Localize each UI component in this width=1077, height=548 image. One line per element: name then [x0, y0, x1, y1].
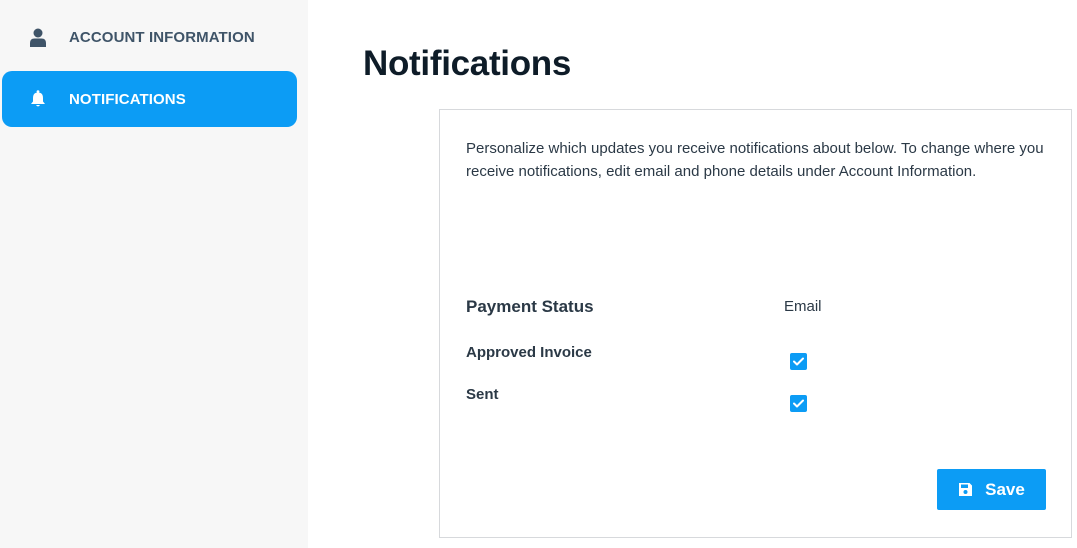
approved-invoice-email-checkbox[interactable]: [790, 353, 807, 370]
sidebar-item-account-information[interactable]: ACCOUNT INFORMATION: [2, 9, 297, 65]
checkmark-icon: [793, 399, 804, 408]
notifications-card: Personalize which updates you receive no…: [439, 109, 1072, 538]
email-column-header: Email: [784, 298, 822, 315]
sidebar-item-notifications[interactable]: NOTIFICATIONS: [2, 71, 297, 127]
bell-icon: [29, 89, 47, 109]
sidebar-item-label: ACCOUNT INFORMATION: [69, 28, 255, 46]
save-button[interactable]: Save: [937, 469, 1046, 510]
sidebar-item-label: NOTIFICATIONS: [69, 90, 186, 108]
row-label-sent: Sent: [466, 386, 499, 403]
sent-email-checkbox[interactable]: [790, 395, 807, 412]
floppy-disk-icon: [958, 482, 973, 497]
sidebar: ACCOUNT INFORMATION NOTIFICATIONS: [0, 0, 308, 548]
save-button-label: Save: [985, 479, 1025, 499]
page-title: Notifications: [363, 44, 572, 83]
checkmark-icon: [793, 357, 804, 366]
intro-text: Personalize which updates you receive no…: [466, 140, 1044, 180]
section-heading: Payment Status: [466, 297, 594, 316]
row-label-approved-invoice: Approved Invoice: [466, 344, 592, 361]
user-icon: [29, 27, 47, 47]
